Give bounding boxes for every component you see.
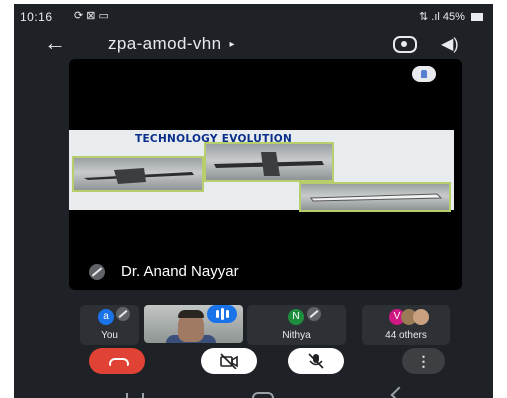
aircraft-3-drawing (310, 193, 443, 202)
speaking-indicator-icon (207, 305, 237, 323)
status-time: 10:16 (20, 10, 53, 24)
mic-off-icon (308, 353, 324, 369)
meet-screen: 10:16 ⟳ ⊠ ▭ ⇅ .ıl 45% ← zpa-amod-vhn ▸ ◀︎… (14, 4, 493, 398)
home-icon[interactable] (252, 392, 274, 398)
call-controls: ⋮ (14, 348, 493, 380)
status-right: ⇅ .ıl 45% (419, 10, 483, 23)
participant-strip: a You N Nithya V 44 others (14, 305, 493, 345)
camera-toggle-button[interactable] (201, 348, 257, 374)
meeting-code: zpa-amod-vhn (108, 34, 222, 53)
participant-tile-others[interactable]: V 44 others (362, 305, 450, 345)
mic-toggle-button[interactable] (288, 348, 344, 374)
presenter-name: Dr. Anand Nayyar (121, 263, 239, 280)
signal-icon: ⇅ .ıl (419, 11, 440, 23)
battery-icon (471, 13, 483, 22)
avatar: a (98, 309, 114, 325)
pin-icon[interactable] (412, 66, 436, 82)
presenter-video[interactable]: TECHNOLOGY EVOLUTION Dr. Anand Nayyar (69, 59, 462, 290)
avatar: N (288, 309, 304, 325)
participant-label: You (101, 330, 118, 341)
presenter-label: Dr. Anand Nayyar (89, 263, 239, 285)
participant-label: 44 others (385, 330, 427, 341)
presentation-slide: TECHNOLOGY EVOLUTION (69, 130, 454, 212)
mic-off-icon (307, 307, 321, 321)
participant-tile-nithya[interactable]: N Nithya (247, 305, 346, 345)
end-call-button[interactable] (89, 348, 145, 374)
avatar-photo (413, 309, 429, 325)
camera-off-icon (220, 353, 238, 369)
status-bar: 10:16 ⟳ ⊠ ▭ ⇅ .ıl 45% (14, 4, 493, 30)
aircraft-photo-1 (72, 156, 204, 192)
mic-off-icon (89, 264, 105, 281)
aircraft-2-drawing (214, 152, 324, 176)
switch-camera-icon[interactable] (393, 36, 417, 53)
recents-icon[interactable] (126, 393, 144, 398)
caret-right-icon: ▸ (229, 39, 235, 51)
top-bar: ← zpa-amod-vhn ▸ ◀︎) (14, 30, 493, 60)
aircraft-photo-3 (299, 182, 451, 212)
participant-hair (178, 310, 204, 318)
back-icon[interactable] (390, 386, 408, 398)
participant-tile-you[interactable]: a You (80, 305, 139, 345)
back-arrow-icon[interactable]: ← (44, 32, 66, 54)
notification-icons: ⟳ ⊠ ▭ (74, 10, 109, 22)
speaker-icon[interactable]: ◀︎) (441, 34, 459, 54)
system-nav-bar (14, 382, 493, 398)
participant-tile-video[interactable] (144, 305, 243, 343)
battery-level: 45% (442, 11, 465, 23)
meeting-title[interactable]: zpa-amod-vhn ▸ (108, 34, 235, 54)
aircraft-1-drawing (84, 168, 194, 184)
participant-label: Nithya (282, 330, 311, 341)
mic-off-icon (116, 307, 130, 321)
phone-frame: 10:16 ⟳ ⊠ ▭ ⇅ .ıl 45% ← zpa-amod-vhn ▸ ◀︎… (0, 0, 507, 398)
aircraft-photo-2 (204, 142, 334, 182)
more-options-button[interactable]: ⋮ (402, 348, 445, 374)
